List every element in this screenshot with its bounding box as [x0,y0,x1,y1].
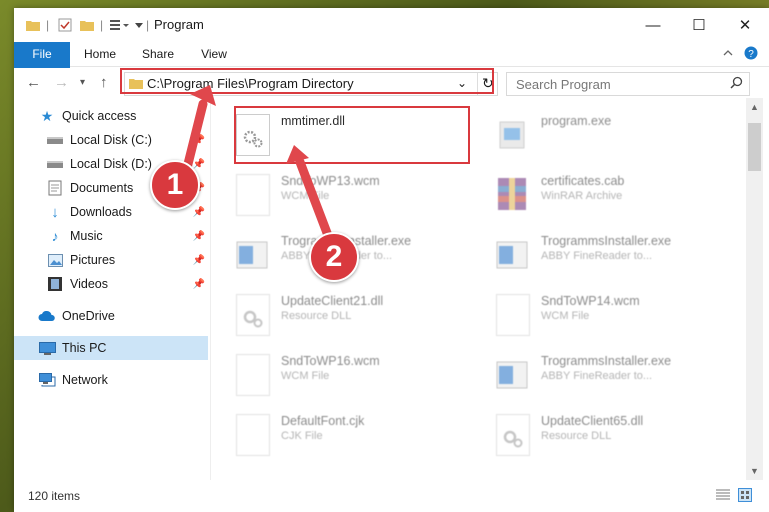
callout-2: 2 [309,232,359,282]
annotation-arrows [181,85,337,251]
callout-1: 1 [150,160,200,210]
